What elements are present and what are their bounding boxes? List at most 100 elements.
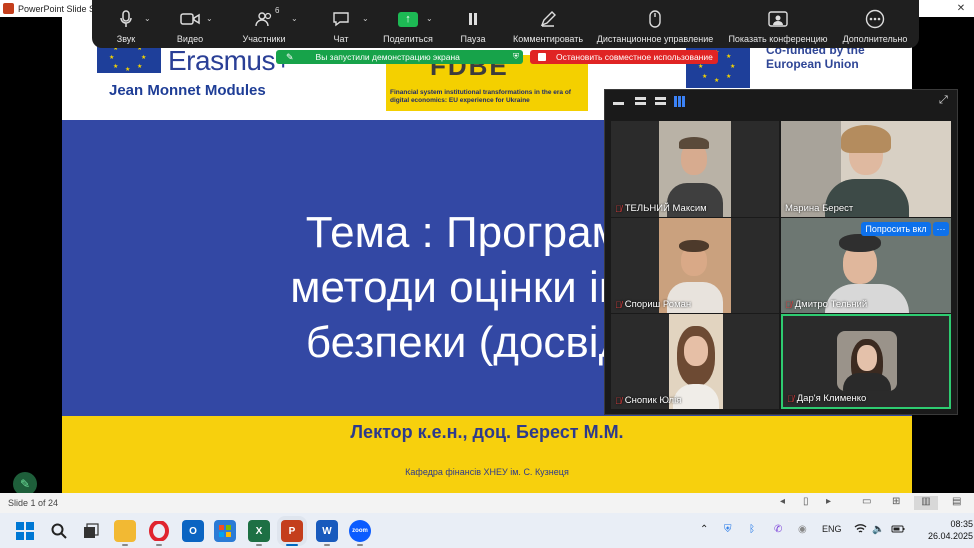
active-indicator [286,544,298,546]
muted-mic-icon: 🎙̸ [787,393,794,404]
windows-taskbar: O X P W zoom ⌃ ⛨ ᛒ ✆ ◉ ENG 🔈 08:35 26.04… [0,513,974,548]
more-options-button[interactable]: ··· [933,222,949,236]
participant-tile[interactable]: Марина Берест [781,121,951,217]
close-icon[interactable]: ✕ [948,0,974,17]
search-icon[interactable] [48,520,70,542]
system-clock[interactable]: 08:35 26.04.2025 [928,518,973,542]
video-button[interactable]: Видео [172,0,208,48]
task-view-icon[interactable] [80,520,102,542]
security-shield-icon[interactable]: ⛨ [724,524,732,535]
zoom-meeting-toolbar: Звук ⌄ Видео ⌄ Участники 6 ⌄ Чат ⌄ ↑ Под… [92,0,919,48]
network-share-icon[interactable]: ◉ [798,524,807,535]
slide-sorter-icon[interactable]: ⊞ [892,496,900,507]
language-indicator[interactable]: ENG [822,524,842,534]
share-screen-icon: ↑ [398,11,418,27]
microphone-icon [120,9,132,29]
annotate-label: Комментировать [512,34,584,44]
word-icon[interactable]: W [316,520,338,542]
chevron-up-icon[interactable]: ⌃ [700,524,708,535]
camera-icon [180,9,200,29]
chevron-down-icon[interactable]: ⌄ [362,14,369,23]
chat-label: Чат [333,34,349,44]
powerpoint-status-bar: Slide 1 of 24 ◂ ▯ ▸ ▭ ⊞ ▥ ▤ [0,493,974,513]
chevron-down-icon[interactable]: ⌄ [206,14,213,23]
clock-date: 26.04.2025 [928,531,974,541]
gallery-view-icon[interactable] [674,96,685,107]
chevron-down-icon[interactable]: ⌄ [144,14,151,23]
annotate-button[interactable]: Комментировать [510,0,586,48]
strip-view-icon[interactable] [655,97,666,105]
next-slide-icon[interactable]: ▸ [826,496,831,507]
participant-tile-active[interactable]: 🎙̸ Дар'я Клименко [781,314,951,409]
chat-button[interactable]: Чат [324,0,358,48]
excel-icon[interactable]: X [248,520,270,542]
pen-icon [540,9,556,29]
participant-tile[interactable]: 🎙̸ ТЕЛЬНИЙ Максим [611,121,779,217]
video-window-icon [768,9,788,29]
opera-icon[interactable] [148,520,170,542]
share-screen-button[interactable]: ↑ Поделиться [380,0,436,48]
wifi-icon[interactable] [854,524,867,537]
participant-name: 🎙̸ Дмитро Тельний [785,299,868,310]
file-explorer-icon[interactable] [114,520,136,542]
minimize-icon[interactable] [613,102,624,105]
participant-tile[interactable]: 🎙̸ Снопик Юлія [611,314,779,409]
audio-button[interactable]: Звук [106,0,146,48]
participant-name: 🎙̸ Спориш Роман [615,299,692,310]
more-dots-icon [865,9,885,29]
slideshow-icon[interactable]: ▤ [952,496,961,507]
remote-control-label: Дистанционное управление [596,34,714,44]
participant-name: Марина Берест [785,203,854,214]
mouse-icon [649,9,661,29]
speaker-view-icon[interactable] [635,97,646,105]
store-icon[interactable] [214,520,236,542]
stop-sharing-button[interactable]: Остановить совместное использование [530,50,718,64]
running-indicator [156,544,162,546]
powerpoint-icon[interactable]: P [281,520,303,542]
more-label: Дополнительно [842,34,908,44]
muted-mic-icon: 🎙̸ [785,299,792,310]
video-gallery-panel: ⤢ 🎙̸ ТЕЛЬНИЙ Максим Марина Берест 🎙̸ Спори… [604,89,958,415]
participant-tile[interactable]: 🎙̸ Дмитро Тельний Попросить вкл ··· [781,218,951,313]
chevron-down-icon[interactable]: ⌄ [291,14,298,23]
participants-label: Участники [242,34,286,44]
pin-icon[interactable]: ✎ [286,52,294,63]
cofunded-line2: European Union [766,57,859,71]
erasmus-logo-text: Erasmus+ [168,45,291,76]
share-label: Поделиться [383,34,433,44]
stop-sharing-label: Остановить совместное использование [556,52,713,62]
volume-icon[interactable]: 🔈 [872,524,884,535]
show-conference-button[interactable]: Показать конференцию [726,0,830,48]
battery-icon[interactable] [891,524,905,537]
running-indicator [122,544,128,546]
window-title: PowerPoint Slide S [18,3,96,14]
muted-mic-icon: 🎙̸ [615,395,622,406]
chat-icon [332,9,350,29]
bluetooth-icon[interactable]: ᛒ [749,524,755,535]
participants-icon [255,9,273,29]
participant-tile[interactable]: 🎙̸ Спориш Роман [611,218,779,313]
ask-to-unmute-button[interactable]: Попросить вкл [861,222,931,236]
show-conference-label: Показать конференцию [728,34,828,44]
start-icon[interactable] [14,520,36,542]
viber-icon[interactable]: ✆ [774,524,782,535]
participants-count: 6 [275,6,280,15]
reading-view-icon[interactable]: ▥ [914,496,938,510]
menu-icon[interactable]: ▯ [803,496,809,507]
pause-icon [467,9,479,29]
clock-time: 08:35 [950,519,974,529]
previous-slide-icon[interactable]: ◂ [780,496,785,507]
participant-name: 🎙̸ ТЕЛЬНИЙ Максим [615,203,707,214]
participants-button[interactable]: Участники [239,0,289,48]
participant-avatar [837,331,897,391]
pause-share-button[interactable]: Пауза [454,0,492,48]
normal-view-icon[interactable]: ▭ [862,496,871,507]
chevron-down-icon[interactable]: ⌄ [426,14,433,23]
zoom-icon[interactable]: zoom [349,520,371,542]
more-button[interactable]: Дополнительно [838,0,912,48]
outlook-icon[interactable]: O [182,520,204,542]
audio-label: Звук [116,34,136,44]
remote-control-button[interactable]: Дистанционное управление [592,0,718,48]
jean-monnet-text: Jean Monnet Modules [109,82,266,99]
expand-icon[interactable]: ⤢ [939,94,948,107]
